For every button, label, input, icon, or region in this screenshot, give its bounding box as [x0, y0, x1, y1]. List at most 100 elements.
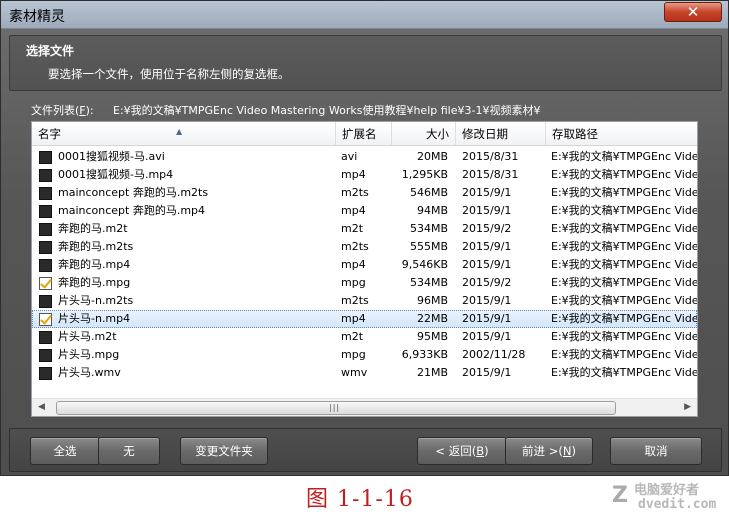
table-row[interactable]: 片头马-n.mp4 mp4 22MB 2015/9/1 E:¥我的文稿¥TMPGEnc … — [32, 310, 697, 328]
change-folder-button[interactable]: 变更文件夹 — [180, 437, 268, 465]
grip-icon: ||| — [329, 403, 341, 412]
select-none-button[interactable]: 无 — [98, 437, 160, 465]
cell-date: 2015/9/1 — [462, 294, 512, 307]
cell-extension: mpg — [341, 348, 366, 361]
cell-name: 片头马.mpg — [58, 348, 120, 361]
close-button[interactable]: ✕ — [664, 2, 722, 22]
cell-name: 奔跑的马.mp4 — [58, 258, 131, 271]
cell-date: 2015/8/31 — [462, 150, 519, 163]
table-row[interactable]: 奔跑的马.mpg mpg 534MB 2015/9/2 E:¥我的文稿¥TMPGEnc … — [32, 274, 697, 292]
column-header-ext[interactable]: 扩展名 — [336, 122, 392, 145]
cancel-button[interactable]: 取消 — [610, 437, 702, 465]
table-row[interactable]: 0001搜狐视频-马.mp4 mp4 1,295KB 2015/8/31 E:¥我的文稿… — [32, 166, 697, 184]
cell-size: 21MB — [416, 366, 448, 379]
row-checkbox[interactable] — [39, 331, 52, 344]
cell-date: 2015/8/31 — [462, 168, 519, 181]
header-title: 选择文件 — [26, 44, 75, 58]
table-row[interactable]: 片头马.wmv wmv 21MB 2015/9/1 E:¥我的文稿¥TMPGEnc Vi… — [32, 364, 697, 382]
table-row[interactable]: 奔跑的马.mp4 mp4 9,546KB 2015/9/1 E:¥我的文稿¥TMPGEn… — [32, 256, 697, 274]
cell-size: 6,933KB — [401, 348, 448, 361]
cell-size: 534MB — [409, 276, 448, 289]
column-header-path[interactable]: 存取路径 — [546, 122, 697, 145]
list-header: ▲ 名字 扩展名 大小 修改日期 存取路径 — [32, 122, 697, 146]
select-all-button[interactable]: 全选 — [30, 437, 100, 465]
cell-date: 2015/9/1 — [462, 204, 512, 217]
cell-extension: m2ts — [341, 240, 369, 253]
scroll-right-icon[interactable]: ▶ — [684, 402, 691, 412]
row-checkbox[interactable] — [39, 295, 52, 308]
dialog-window: 素材精灵 ✕ 选择文件 要选择一个文件，使用位于名称左侧的复选框。 文件列表(F… — [0, 0, 729, 476]
watermark-logo: Z 电脑爱好者 dvedit.com — [612, 477, 724, 513]
table-row[interactable]: mainconcept 奔跑的马.m2ts m2ts 546MB 2015/9/1 E:… — [32, 184, 697, 202]
row-checkbox[interactable] — [39, 223, 52, 236]
next-button[interactable]: 前进 >(N) — [505, 437, 593, 465]
cell-path: E:¥我的文稿¥TMPGEnc Video — [551, 222, 697, 235]
horizontal-scrollbar[interactable]: ◀ ||| ▶ — [32, 398, 697, 416]
cell-date: 2015/9/1 — [462, 186, 512, 199]
table-row[interactable]: 0001搜狐视频-马.avi avi 20MB 2015/8/31 E:¥我的文稿¥TM… — [32, 148, 697, 166]
cell-size: 546MB — [409, 186, 448, 199]
column-header-size[interactable]: 大小 — [392, 122, 456, 145]
table-row[interactable]: 奔跑的马.m2t m2t 534MB 2015/9/2 E:¥我的文稿¥TMPGEnc … — [32, 220, 697, 238]
table-row[interactable]: 片头马.mpg mpg 6,933KB 2002/11/28 E:¥我的文稿¥TMPGE… — [32, 346, 697, 364]
row-checkbox[interactable] — [39, 313, 52, 326]
cell-size: 1,295KB — [401, 168, 448, 181]
row-checkbox[interactable] — [39, 367, 52, 380]
cell-path: E:¥我的文稿¥TMPGEnc Video — [551, 204, 697, 217]
cell-name: 奔跑的马.m2ts — [58, 240, 134, 253]
watermark-icon: Z — [612, 483, 628, 508]
table-row[interactable]: 片头马.m2t m2t 95MB 2015/9/1 E:¥我的文稿¥TMPGEnc Vi… — [32, 328, 697, 346]
cell-size: 9,546KB — [401, 258, 448, 271]
back-button[interactable]: < 返回(B) — [417, 437, 507, 465]
cell-path: E:¥我的文稿¥TMPGEnc Video — [551, 186, 697, 199]
table-row[interactable]: mainconcept 奔跑的马.mp4 mp4 94MB 2015/9/1 E:¥我的… — [32, 202, 697, 220]
row-checkbox[interactable] — [39, 349, 52, 362]
cell-size: 95MB — [416, 330, 448, 343]
file-list[interactable]: ▲ 名字 扩展名 大小 修改日期 存取路径 0001搜狐视频-马.avi avi 2… — [31, 121, 698, 417]
cell-size: 555MB — [409, 240, 448, 253]
table-row[interactable]: 片头马-n.m2ts m2ts 96MB 2015/9/1 E:¥我的文稿¥TMPGEn… — [32, 292, 697, 310]
cell-date: 2002/11/28 — [462, 348, 526, 361]
cell-extension: m2t — [341, 222, 364, 235]
row-checkbox[interactable] — [39, 187, 52, 200]
cell-size: 94MB — [416, 204, 448, 217]
cell-path: E:¥我的文稿¥TMPGEnc Video — [551, 258, 697, 271]
cell-extension: mp4 — [341, 312, 366, 325]
row-checkbox[interactable] — [39, 277, 52, 290]
cell-extension: mp4 — [341, 258, 366, 271]
column-header-date[interactable]: 修改日期 — [456, 122, 546, 145]
cell-path: E:¥我的文稿¥TMPGEnc Video — [551, 348, 697, 361]
row-checkbox[interactable] — [39, 241, 52, 254]
row-checkbox[interactable] — [39, 151, 52, 164]
cell-name: 片头马.m2t — [58, 330, 117, 343]
scroll-left-icon[interactable]: ◀ — [38, 402, 45, 412]
cell-extension: wmv — [341, 366, 368, 379]
cell-name: 0001搜狐视频-马.avi — [58, 150, 165, 163]
scroll-thumb[interactable]: ||| — [56, 401, 616, 415]
cell-path: E:¥我的文稿¥TMPGEnc Video — [551, 150, 697, 163]
column-header-name[interactable]: ▲ 名字 — [32, 122, 336, 145]
cell-date: 2015/9/1 — [462, 366, 512, 379]
cell-extension: m2ts — [341, 186, 369, 199]
file-list-label: 文件列表(F): — [31, 104, 94, 117]
cell-date: 2015/9/1 — [462, 330, 512, 343]
title-bar: 素材精灵 ✕ — [1, 1, 728, 29]
cell-extension: m2ts — [341, 294, 369, 307]
cell-name: 片头马-n.m2ts — [58, 294, 134, 307]
cell-size: 20MB — [416, 150, 448, 163]
cell-extension: mp4 — [341, 168, 366, 181]
row-checkbox[interactable] — [39, 205, 52, 218]
cell-path: E:¥我的文稿¥TMPGEnc Video — [551, 366, 697, 379]
close-icon: ✕ — [686, 3, 700, 21]
cell-path: E:¥我的文稿¥TMPGEnc Video — [551, 330, 697, 343]
header-panel: 选择文件 要选择一个文件，使用位于名称左侧的复选框。 — [9, 35, 722, 91]
table-row[interactable]: 奔跑的马.m2ts m2ts 555MB 2015/9/1 E:¥我的文稿¥TMPGEn… — [32, 238, 697, 256]
cell-date: 2015/9/2 — [462, 276, 512, 289]
row-checkbox[interactable] — [39, 259, 52, 272]
row-checkbox[interactable] — [39, 169, 52, 182]
cell-size: 22MB — [416, 312, 448, 325]
window-title: 素材精灵 — [9, 9, 65, 25]
cell-path: E:¥我的文稿¥TMPGEnc Video — [551, 276, 697, 289]
watermark-line2: dvedit.com — [638, 497, 717, 512]
cell-name: 0001搜狐视频-马.mp4 — [58, 168, 174, 181]
